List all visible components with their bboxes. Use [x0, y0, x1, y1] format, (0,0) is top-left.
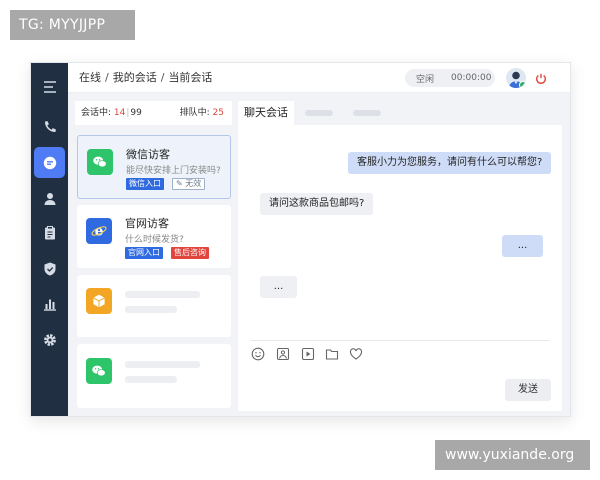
- top-bar: 在线 / 我的会话 / 当前会话 空闲 00:00:00: [68, 63, 570, 93]
- in-session-label: 会话中:: [81, 108, 112, 118]
- phone-icon[interactable]: [38, 115, 62, 139]
- watermark-bottom: www.yuxiande.org: [435, 440, 590, 470]
- message-agent: ...: [502, 235, 543, 257]
- video-icon[interactable]: [301, 346, 315, 361]
- in-session-count: 14: [113, 108, 126, 118]
- chat-panel: 聊天会话 客服小力为您服务，请问有什么可以帮您? 请问这款商品包邮吗? ... …: [238, 101, 562, 411]
- wechat-icon: [86, 358, 112, 384]
- heart-icon[interactable]: [349, 346, 363, 360]
- send-button[interactable]: 发送: [505, 379, 551, 401]
- breadcrumb-item-online[interactable]: 在线: [79, 71, 101, 84]
- breadcrumb-separator: /: [105, 71, 109, 84]
- user-icon[interactable]: [38, 187, 62, 211]
- watermark-top: TG: MYYJJPP: [10, 10, 135, 40]
- online-indicator: [519, 81, 526, 88]
- breadcrumb-item-current-session: 当前会话: [168, 71, 213, 84]
- agent-status: 空闲: [416, 74, 435, 85]
- placeholder-line: [125, 361, 200, 368]
- conversation-item-wechat[interactable]: 微信访客 能尽快安排上门安装吗? 微信入口 ✎ 无效: [77, 135, 231, 199]
- session-timer: 00:00:00: [451, 73, 492, 83]
- page: TG: MYYJJPP 在线 / 我的会话 / 当前会话 空闲 00:00:00…: [0, 0, 600, 480]
- placeholder-line: [125, 376, 177, 383]
- placeholder-line: [125, 291, 200, 298]
- chat-tabs: 聊天会话: [238, 101, 562, 125]
- conversation-list-panel: 会话中: 14|99 排队中: 25 微信访客 能尽快安排上门安装吗? 微信入口…: [75, 101, 232, 411]
- wechat-icon: [87, 149, 113, 175]
- breadcrumb-separator: /: [160, 71, 165, 84]
- queue-count: 25: [212, 108, 224, 118]
- clipboard-icon[interactable]: [38, 221, 62, 245]
- tab-placeholder[interactable]: [353, 110, 381, 116]
- session-capacity: 99: [130, 108, 142, 118]
- conversation-item-website[interactable]: e 官网访客 什么时候发货? 官网入口 售后咨询: [77, 205, 231, 268]
- gear-icon[interactable]: [38, 328, 62, 352]
- conversation-last-message: 能尽快安排上门安装吗?: [126, 166, 221, 176]
- channel-tag: 微信入口: [126, 178, 164, 190]
- breadcrumb: 在线 / 我的会话 / 当前会话: [79, 63, 212, 93]
- breadcrumb-item-my-sessions[interactable]: 我的会话: [113, 71, 157, 84]
- session-counts: 会话中: 14|99 排队中: 25: [75, 101, 232, 125]
- invalid-tag[interactable]: ✎ 无效: [172, 178, 206, 190]
- image-icon[interactable]: [276, 346, 290, 361]
- package-icon: [86, 288, 112, 314]
- invalid-tag-label: 无效: [185, 179, 202, 188]
- placeholder-line: [125, 306, 177, 313]
- message-visitor: 请问这款商品包邮吗?: [260, 193, 374, 215]
- menu-icon[interactable]: [38, 75, 62, 99]
- composer-divider: [250, 340, 550, 341]
- conversation-name: 官网访客: [125, 217, 169, 230]
- power-icon[interactable]: [534, 71, 548, 85]
- folder-icon[interactable]: [325, 346, 339, 360]
- queue-label: 排队中:: [179, 108, 210, 118]
- tab-placeholder[interactable]: [305, 110, 333, 116]
- sidebar: [31, 63, 68, 416]
- ie-browser-icon: e: [86, 218, 112, 244]
- conversation-item-placeholder[interactable]: [77, 344, 231, 408]
- svg-text:e: e: [95, 224, 104, 240]
- agent-status-pill[interactable]: 空闲 00:00:00: [405, 69, 495, 87]
- message-agent: 客服小力为您服务，请问有什么可以帮您?: [348, 152, 552, 174]
- channel-tag: 官网入口: [125, 247, 163, 259]
- tab-chat-session[interactable]: 聊天会话: [238, 101, 294, 125]
- count-separator: |: [126, 108, 130, 118]
- conversation-item-placeholder[interactable]: [77, 275, 231, 337]
- bar-chart-icon[interactable]: [38, 292, 62, 316]
- message-visitor: ...: [260, 276, 297, 298]
- conversation-name: 微信访客: [126, 148, 170, 161]
- conversation-last-message: 什么时候发货?: [125, 235, 184, 245]
- chat-icon[interactable]: [34, 147, 65, 178]
- shield-icon[interactable]: [38, 257, 62, 281]
- category-tag: 售后咨询: [171, 247, 209, 259]
- emoji-icon[interactable]: [251, 346, 265, 361]
- avatar[interactable]: [506, 68, 526, 88]
- app-window: 在线 / 我的会话 / 当前会话 空闲 00:00:00 会话中: 14|99 排队中:…: [30, 62, 571, 417]
